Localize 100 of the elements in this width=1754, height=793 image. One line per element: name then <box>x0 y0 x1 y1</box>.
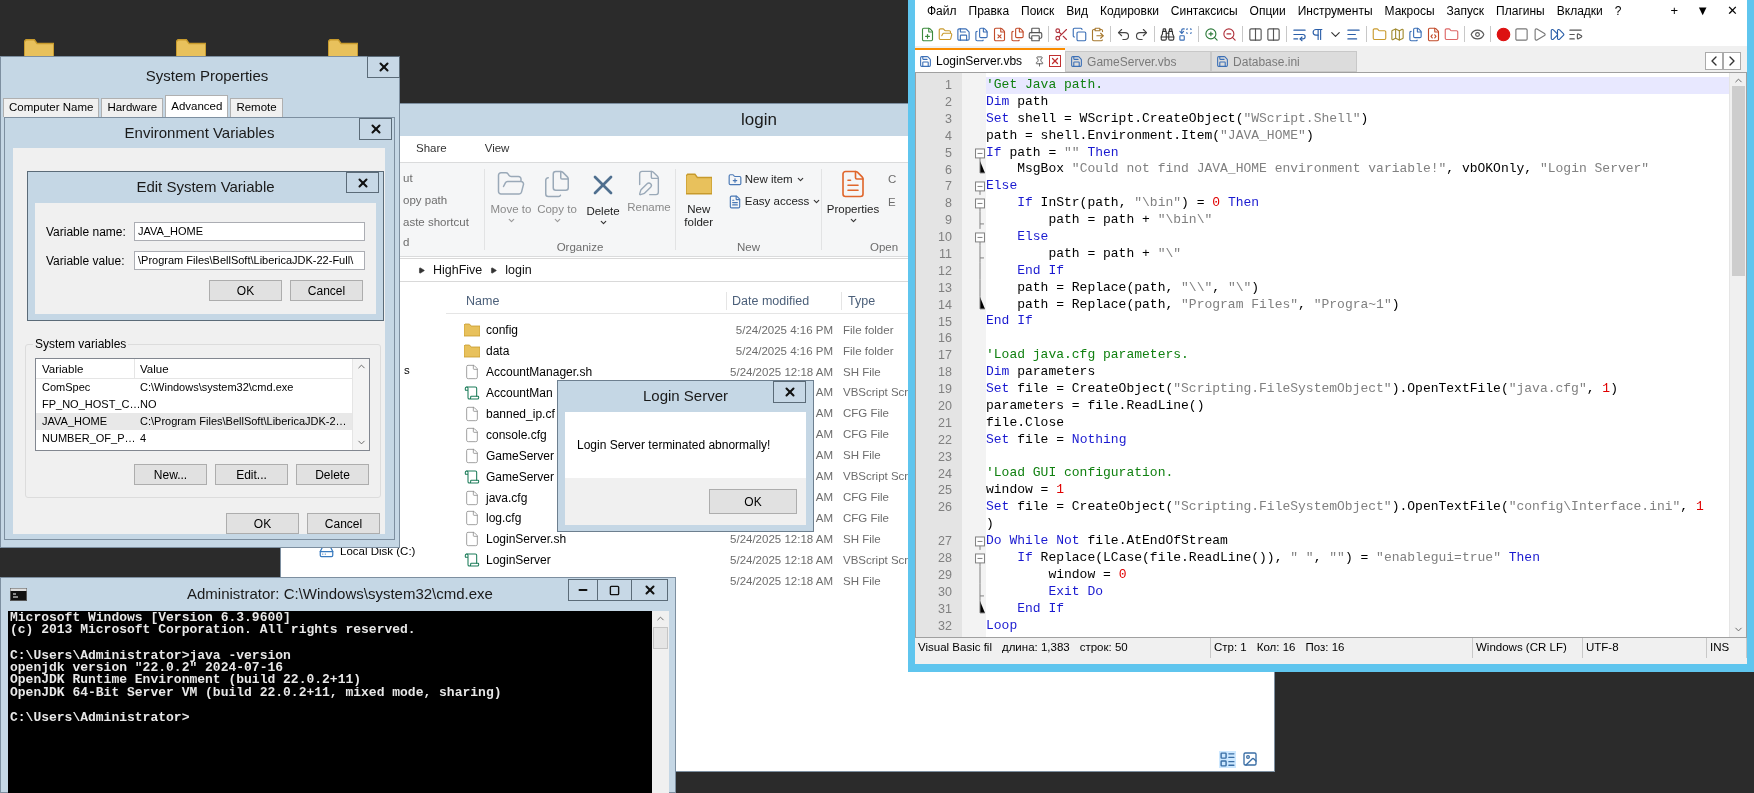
file-name[interactable]: java.cfg <box>486 488 528 507</box>
close-button[interactable] <box>346 172 379 193</box>
file-name[interactable]: LoginServer.sh <box>486 530 567 549</box>
delete-button[interactable]: Delete <box>296 464 369 485</box>
text-field[interactable]: \Program Files\BellSoft\LibericaJDK-22-Full\ <box>134 251 365 270</box>
replace-icon[interactable] <box>1178 26 1193 42</box>
file-name[interactable]: GameServer <box>486 446 555 465</box>
details-view-icon[interactable] <box>1219 750 1236 768</box>
redo-icon[interactable] <box>1134 26 1149 42</box>
menu-item[interactable]: Файл <box>921 2 963 20</box>
thumbnail-view-icon[interactable] <box>1242 751 1258 767</box>
code-file-icon[interactable] <box>1426 26 1441 42</box>
menu-item[interactable]: Синтаксисы <box>1164 2 1244 20</box>
menu-item[interactable]: Макросы <box>1378 2 1441 20</box>
align-icon[interactable] <box>1346 26 1361 42</box>
ribbon-command[interactable]: C <box>888 171 897 189</box>
ok-button[interactable]: OK <box>209 280 282 301</box>
ribbon-command[interactable]: New item <box>727 171 822 189</box>
menu-item[interactable]: Кодировки <box>1094 2 1165 20</box>
tab[interactable]: Hardware <box>101 98 164 117</box>
close-button[interactable] <box>359 118 392 140</box>
play-icon[interactable] <box>1532 26 1547 42</box>
scrollbar[interactable] <box>1729 73 1746 637</box>
paste-icon[interactable] <box>1090 26 1105 42</box>
file-name[interactable]: LoginServer <box>486 551 551 570</box>
ribbon-button[interactable]: Delete <box>581 169 625 235</box>
new-folder-button[interactable]: New folder <box>675 169 722 235</box>
breadcrumb-item[interactable]: login <box>505 260 532 280</box>
stop-icon[interactable] <box>1514 26 1529 42</box>
scroll-thumb[interactable] <box>653 627 668 649</box>
file-name[interactable]: AccountManager.sh <box>486 363 593 382</box>
close-button[interactable] <box>632 579 668 601</box>
open-folder-icon[interactable] <box>938 26 953 42</box>
copy-icon[interactable] <box>1072 26 1087 42</box>
ribbon-command[interactable]: opy path <box>403 189 448 211</box>
file-name[interactable]: config <box>486 321 519 340</box>
menu-item[interactable]: Вид <box>1060 2 1095 20</box>
menu-item[interactable]: Правка <box>962 2 1016 20</box>
save-icon[interactable] <box>956 26 971 42</box>
fast-forward-icon[interactable] <box>1550 26 1565 42</box>
ribbon-command[interactable]: ut <box>403 167 413 189</box>
cancel-button[interactable]: Cancel <box>290 280 363 301</box>
menu-item[interactable]: Запуск <box>1440 2 1491 20</box>
ribbon-command[interactable]: aste shortcut <box>403 211 469 233</box>
file-name[interactable]: log.cfg <box>486 509 522 528</box>
column-header[interactable]: Type <box>841 291 876 311</box>
table-row[interactable]: FP_NO_HOST_C…NO <box>36 396 352 413</box>
table-row[interactable]: JAVA_HOME C:\Program Files\BellSoft\LibericaJDK-2… <box>36 413 352 430</box>
map-icon[interactable] <box>1390 26 1405 42</box>
ok-button[interactable]: OK <box>709 489 797 514</box>
column-header[interactable]: Date modified <box>726 291 841 311</box>
new-button[interactable]: New... <box>134 464 207 485</box>
ribbon-command[interactable]: Easy access <box>727 193 822 211</box>
fold-toggle-icon[interactable] <box>974 229 986 246</box>
column-header[interactable]: Name <box>446 291 726 311</box>
ribbon-command[interactable]: E <box>888 194 897 212</box>
new-file-icon[interactable] <box>920 26 935 42</box>
fold-toggle-icon[interactable] <box>974 195 986 213</box>
file-name[interactable]: data <box>486 342 510 361</box>
zoom-in-icon[interactable] <box>1204 26 1219 42</box>
fold-toggle-icon[interactable] <box>974 178 986 196</box>
tab[interactable]: Remote <box>230 98 283 117</box>
table-row[interactable]: NUMBER_OF_P… 4 <box>36 430 352 447</box>
columns-icon[interactable] <box>1248 26 1263 42</box>
maximize-button[interactable] <box>598 579 632 601</box>
code-editor[interactable] <box>915 72 1747 638</box>
binoculars-icon[interactable] <box>1160 26 1175 42</box>
folder-icon[interactable] <box>1372 26 1387 42</box>
columns-icon[interactable] <box>1266 26 1281 42</box>
close-button[interactable] <box>367 56 400 78</box>
menu-item[interactable]: Плагины <box>1490 2 1551 20</box>
menu-item[interactable]: Инструменты <box>1291 2 1379 20</box>
minimize-button[interactable] <box>568 579 598 601</box>
close-button[interactable] <box>773 381 806 403</box>
scroll-left-icon[interactable] <box>1705 52 1723 70</box>
menu-item[interactable]: Поиск <box>1015 2 1061 20</box>
menu-button[interactable]: ✕ <box>1718 1 1747 21</box>
files-icon[interactable] <box>974 26 989 42</box>
file-tab[interactable]: LoginServer.vbs <box>915 48 1066 72</box>
undo-icon[interactable] <box>1116 26 1131 42</box>
menu-item[interactable]: ? <box>1608 2 1628 20</box>
menu-button[interactable]: ▼ <box>1687 1 1718 21</box>
scroll-thumb[interactable] <box>1731 86 1745 276</box>
file-name[interactable]: banned_ip.cf <box>486 405 555 423</box>
files-icon[interactable] <box>1010 26 1025 42</box>
record-icon[interactable] <box>1496 26 1511 42</box>
eye-icon[interactable] <box>1470 26 1485 42</box>
zoom-out-icon[interactable] <box>1222 26 1237 42</box>
playlist-icon[interactable] <box>1568 26 1583 42</box>
pilcrow-icon[interactable] <box>1310 26 1325 42</box>
file-name[interactable]: console.cfg <box>486 425 547 444</box>
scissors-icon[interactable] <box>1054 26 1069 42</box>
table-row[interactable]: ComSpec C:\Windows\system32\cmd.exe <box>36 379 352 396</box>
ribbon-tab[interactable]: View <box>484 140 510 158</box>
scroll-right-icon[interactable] <box>1723 52 1741 70</box>
tab[interactable]: Computer Name <box>3 98 100 117</box>
menu-item[interactable]: Вкладки <box>1550 2 1609 20</box>
breadcrumb-item[interactable]: HighFive <box>433 260 483 280</box>
fold-toggle-icon[interactable] <box>974 533 986 550</box>
properties-button[interactable]: Properties <box>822 169 884 235</box>
